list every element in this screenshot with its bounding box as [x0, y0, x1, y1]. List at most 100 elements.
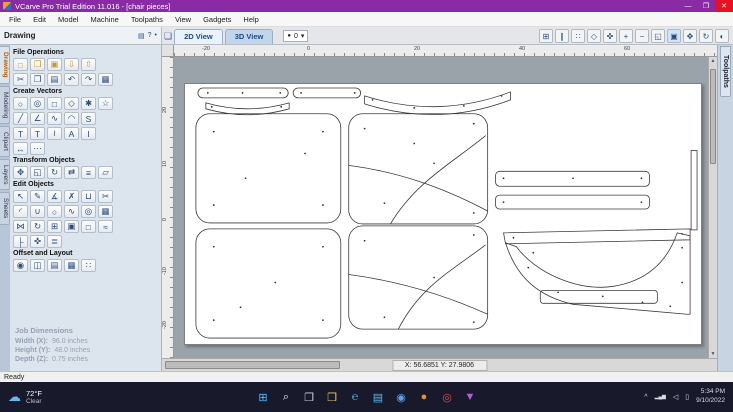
menu-item[interactable]: Machine: [84, 13, 124, 26]
snap-smart-icon[interactable]: ✜: [603, 29, 617, 43]
scroll-down-icon[interactable]: ▼: [709, 351, 717, 357]
dimension-icon[interactable]: ↔: [13, 142, 28, 155]
drawing-canvas[interactable]: [174, 57, 708, 358]
vertical-scroll-thumb[interactable]: [710, 69, 716, 164]
draw-polyline-icon[interactable]: ∠: [30, 112, 45, 125]
extend-icon[interactable]: ├: [13, 235, 28, 248]
smooth-icon[interactable]: ≈: [98, 220, 113, 233]
shaded-view-icon[interactable]: ◐: [715, 29, 729, 43]
move-icon[interactable]: ✥: [13, 166, 28, 179]
toggle-grid-icon[interactable]: ⊞: [539, 29, 553, 43]
fillet-icon[interactable]: ◜: [13, 205, 28, 218]
job-sheet[interactable]: [184, 83, 702, 345]
tab-2d-view[interactable]: 2D View: [174, 29, 223, 44]
fit-curves-icon[interactable]: ∿: [64, 205, 79, 218]
refresh-2d-icon[interactable]: ↻: [699, 29, 713, 43]
select-icon[interactable]: ↖: [13, 190, 28, 203]
Modeling[interactable]: Modeling: [0, 85, 10, 125]
convert-text-icon[interactable]: A: [64, 127, 79, 140]
mirror-icon[interactable]: ⇄: [64, 166, 79, 179]
menu-item[interactable]: View: [169, 13, 197, 26]
nesting-icon[interactable]: ▤: [47, 259, 62, 272]
draw-arc-icon[interactable]: ◠: [64, 112, 79, 125]
join-vectors-icon[interactable]: ∪: [30, 205, 45, 218]
new-file-icon[interactable]: □: [13, 58, 28, 71]
clock[interactable]: 5:34 PM 9/10/2022: [696, 388, 725, 406]
task-view-icon[interactable]: ❐: [301, 389, 317, 405]
menu-item[interactable]: Model: [52, 13, 84, 26]
more-tools-icon[interactable]: ⋯: [30, 142, 45, 155]
group-icon[interactable]: ▣: [64, 220, 79, 233]
text-on-curve-icon[interactable]: ≀: [47, 127, 62, 140]
cut-icon[interactable]: ✂: [13, 73, 28, 86]
undo-icon[interactable]: ↶: [64, 73, 79, 86]
layer-selector[interactable]: ● 0 ▾: [283, 30, 309, 42]
tray-chevron-icon[interactable]: ^: [644, 394, 647, 401]
mirror-copy-icon[interactable]: ⋈: [13, 220, 28, 233]
toggle-guides-icon[interactable]: ∥: [555, 29, 569, 43]
draw-gear-icon[interactable]: ✱: [81, 97, 96, 110]
vcarve-icon[interactable]: ▼: [462, 389, 478, 405]
weather-widget[interactable]: ☁ 72°F Clear: [8, 389, 42, 405]
network-icon[interactable]: ▂▄▆: [655, 394, 666, 400]
draw-ellipse-icon[interactable]: ◎: [30, 97, 45, 110]
pan-view-icon[interactable]: ✥: [683, 29, 697, 43]
restore-button[interactable]: ❐: [697, 0, 715, 12]
vertical-scrollbar[interactable]: ▲ ▼: [708, 57, 717, 358]
opera-icon[interactable]: ◎: [439, 389, 455, 405]
nest-parts-icon[interactable]: ∷: [81, 259, 96, 272]
measure-icon[interactable]: ∡: [47, 190, 62, 203]
store-icon[interactable]: ▤: [370, 389, 386, 405]
block-copy-icon[interactable]: ⊞: [47, 220, 62, 233]
draw-curve-icon[interactable]: ∿: [47, 112, 62, 125]
search-icon[interactable]: ⌕: [278, 389, 294, 405]
zoom-in-icon[interactable]: +: [619, 29, 633, 43]
battery-icon[interactable]: ▯: [685, 393, 689, 401]
menu-item[interactable]: Help: [237, 13, 264, 26]
help-icon[interactable]: ?: [148, 32, 152, 40]
menu-item[interactable]: Edit: [27, 13, 52, 26]
text-select-icon[interactable]: I: [81, 127, 96, 140]
window-layout-icon[interactable]: ❏: [164, 31, 172, 42]
draw-star-icon[interactable]: ☆: [98, 97, 113, 110]
snap-geometry-icon[interactable]: ◇: [587, 29, 601, 43]
menu-item[interactable]: File: [3, 13, 27, 26]
rotate-icon[interactable]: ↻: [47, 166, 62, 179]
volume-icon[interactable]: ◁: [673, 393, 678, 401]
pin-icon[interactable]: •: [155, 32, 157, 40]
tab-toolpaths[interactable]: Toolpaths: [720, 46, 731, 97]
zoom-extents-icon[interactable]: ▣: [667, 29, 681, 43]
text-block-icon[interactable]: T: [30, 127, 45, 140]
menu-item[interactable]: Toolpaths: [125, 13, 169, 26]
draw-circle-icon[interactable]: ○: [13, 97, 28, 110]
align-icon[interactable]: ≡: [81, 166, 96, 179]
draw-polygon-icon[interactable]: ◇: [64, 97, 79, 110]
horizontal-scroll-thumb[interactable]: [165, 361, 340, 369]
draw-rectangle-icon[interactable]: □: [47, 97, 62, 110]
Clipart[interactable]: Clipart: [0, 126, 10, 157]
start-button[interactable]: ⊞: [255, 389, 271, 405]
rotate-copy-icon[interactable]: ↻: [30, 220, 45, 233]
import-vectors-icon[interactable]: ⇩: [64, 58, 79, 71]
snapshot-icon[interactable]: ▦: [98, 73, 113, 86]
panel-options-icon[interactable]: ▤: [138, 32, 145, 40]
close-vector-icon[interactable]: ○: [47, 205, 62, 218]
inset-icon[interactable]: ◫: [30, 259, 45, 272]
paste-icon[interactable]: ▤: [47, 73, 62, 86]
save-file-icon[interactable]: ▣: [47, 58, 62, 71]
snap-grid-icon[interactable]: ∷: [571, 29, 585, 43]
minimize-button[interactable]: —: [679, 0, 697, 12]
weld-vectors-icon[interactable]: ⊔: [81, 190, 96, 203]
close-button[interactable]: ✕: [715, 0, 733, 12]
Sheets[interactable]: Sheets: [0, 192, 10, 225]
edge-icon[interactable]: ℮: [347, 389, 363, 405]
open-file-icon[interactable]: ❒: [30, 58, 45, 71]
offset-vectors-icon[interactable]: ◎: [81, 205, 96, 218]
trim-vectors-icon[interactable]: ✂: [98, 190, 113, 203]
erase-icon[interactable]: ✗: [64, 190, 79, 203]
snap-toggle-icon[interactable]: ✜: [30, 235, 45, 248]
menu-item[interactable]: Gadgets: [197, 13, 237, 26]
export-vectors-icon[interactable]: ⇧: [81, 58, 96, 71]
zoom-out-icon[interactable]: −: [635, 29, 649, 43]
set-size-icon[interactable]: ◱: [30, 166, 45, 179]
